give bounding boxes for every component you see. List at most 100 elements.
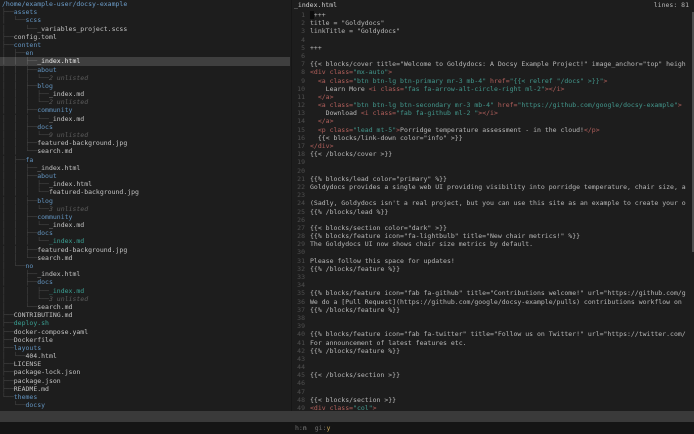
code-line: 22Goldydocs provides a single web UI pro…: [292, 183, 694, 191]
tree-row[interactable]: ├──package-lock.json: [0, 368, 290, 376]
tree-row[interactable]: │ │ ├──about: [0, 172, 290, 180]
code-segment: {{% /blocks/feature %}}: [310, 265, 400, 273]
tree-branch-lines: │ │ ├──: [2, 66, 37, 74]
tree-entry-name: package-lock.json: [14, 368, 81, 376]
tree-entry-name: CONTRIBUTING.md: [14, 311, 73, 319]
tree-branch-lines: │ │ ├──: [2, 139, 37, 147]
mode-flag[interactable]: gi:y: [315, 424, 331, 432]
tree-row[interactable]: │ └──scss: [0, 16, 290, 24]
tree-branch-lines: ├──: [2, 368, 14, 376]
tree-row[interactable]: │ │ └──3 unlisted: [0, 295, 290, 303]
code-line-text: <div class="col">: [310, 404, 377, 411]
tree-row[interactable]: │ │ │ └──2 unlisted: [0, 74, 290, 82]
tree-row[interactable]: ├──docker-compose.yaml: [0, 328, 290, 336]
tree-row[interactable]: │ │ ├──blog: [0, 197, 290, 205]
tree-row[interactable]: │ │ ├──_index.html: [0, 164, 290, 172]
tree-row[interactable]: │ │ │ └──9 unlisted: [0, 131, 290, 139]
code-line: 45 {{< /blocks/section >}}: [292, 371, 694, 379]
line-number: 41: [292, 339, 305, 347]
code-segment: {{% blocks/feature icon="fa-lightbulb" t…: [310, 232, 580, 240]
tree-row[interactable]: └──themes: [0, 393, 290, 401]
line-number: 22: [292, 183, 305, 191]
tree-branch-lines: │ │ ├──: [2, 246, 37, 254]
tree-row[interactable]: │ │ │ └──_index.md: [0, 237, 290, 245]
code-segment: <i class=: [361, 109, 396, 117]
code-line: 2title = "Goldydocs": [292, 19, 694, 27]
tree-row[interactable]: │ ├──docs: [0, 278, 290, 286]
code-line: 9 <a class="btn btn-lg btn-primary mr-3 …: [292, 77, 694, 85]
tree-row[interactable]: ├──content: [0, 41, 290, 49]
code-line-text: {{< /blocks/section >}}: [310, 371, 400, 379]
tree-row[interactable]: ├──deploy.sh: [0, 319, 290, 327]
tree-row[interactable]: │ │ ├──blog: [0, 82, 290, 90]
code-line: 48{{< blocks/section >}}: [292, 396, 694, 404]
tree-root-path[interactable]: /home/example-user/docsy-example: [0, 0, 290, 8]
tree-row[interactable]: │ │ │ └──featured-background.jpg: [0, 188, 290, 196]
tree-entry-name: _index.md: [49, 90, 84, 98]
line-number: 49: [292, 404, 305, 411]
code-line: 12 <a class="btn btn-lg btn-secondary mr…: [292, 101, 694, 109]
code-line: 20: [292, 167, 694, 175]
tree-entry-name: _index.md: [49, 287, 84, 295]
tree-branch-lines: │ ├──: [2, 49, 25, 57]
tree-row[interactable]: └──docsy: [0, 401, 290, 409]
tree-branch-lines: │ │ │ └──: [2, 115, 49, 123]
tree-branch-lines: │ │ │ └──: [2, 221, 49, 229]
code-segment: title = "Goldydocs": [310, 19, 384, 27]
tree-row[interactable]: │ └──search.md: [0, 303, 290, 311]
code-line-text: For announcement of latest features etc.: [310, 339, 467, 347]
tree-row[interactable]: │ │ ├──_index.html: [0, 57, 290, 65]
tree-row[interactable]: │ │ ├──community: [0, 106, 290, 114]
tree-row[interactable]: │ │ │ └──3 unlisted: [0, 205, 290, 213]
tree-entry-name: docs: [37, 278, 53, 286]
tree-entry-name: search.md: [37, 303, 72, 311]
tree-row[interactable]: │ │ ├──_index.md: [0, 287, 290, 295]
tree-row[interactable]: │ └──no: [0, 262, 290, 270]
tree-branch-lines: │ │ │ └──: [2, 188, 49, 196]
mode-flag[interactable]: h:n: [295, 424, 307, 432]
code-segment: <a class=: [318, 77, 353, 85]
tree-entry-name: community: [37, 106, 72, 114]
tree-row[interactable]: │ └──_variables_project.scss: [0, 25, 290, 33]
line-number: 7: [292, 60, 305, 68]
code-line: 37{{% /blocks/feature %}}: [292, 306, 694, 314]
tree-row[interactable]: ├──README.md: [0, 385, 290, 393]
tree-row[interactable]: │ │ ├──community: [0, 213, 290, 221]
code-line-text: {{% blocks/feature icon="fab fa-twitter"…: [310, 330, 686, 338]
tree-row[interactable]: ├──config.toml: [0, 33, 290, 41]
tree-branch-lines: │ └──: [2, 16, 25, 24]
line-number: 30: [292, 248, 305, 256]
tree-row[interactable]: ├──Dockerfile: [0, 336, 290, 344]
tree-branch-lines: ├──: [2, 344, 14, 352]
tree-branch-lines: │ └──: [2, 352, 25, 360]
code-segment: {{% blocks/lead color="primary" %}}: [310, 175, 447, 183]
tree-branch-lines: │ │ ├──: [2, 213, 37, 221]
line-number: 20: [292, 167, 305, 175]
tree-row[interactable]: ├──layouts: [0, 344, 290, 352]
tree-row[interactable]: │ └──404.html: [0, 352, 290, 360]
tree-row[interactable]: │ │ │ └──_index.md: [0, 115, 290, 123]
code-line: 24(Sadly, Goldydocs isn't a real project…: [292, 199, 694, 207]
code-segment: "fab fa-github ml-2 ": [396, 109, 478, 117]
code-line-text: {{% blocks/feature icon="fa-lightbulb" t…: [310, 232, 580, 240]
tree-row[interactable]: │ │ ├──docs: [0, 123, 290, 131]
tree-row[interactable]: │ ├──fa: [0, 156, 290, 164]
tree-branch-lines: ├──: [2, 8, 14, 16]
code-line: 4: [292, 36, 694, 44]
command-input-line[interactable]: :e h:ngi:y: [0, 422, 694, 434]
line-number: 45: [292, 371, 305, 379]
code-line-text: <a class="btn btn-lg btn-primary mr-3 mb…: [310, 77, 607, 85]
code-segment: Please follow this space for updates!: [310, 257, 455, 265]
tree-row[interactable]: │ │ └──search.md: [0, 147, 290, 155]
tree-row[interactable]: │ │ └──search.md: [0, 254, 290, 262]
tree-branch-lines: │ └──: [2, 303, 37, 311]
code-line: 31Please follow this space for updates!: [292, 257, 694, 265]
tree-row[interactable]: │ │ ├──featured-background.jpg: [0, 246, 290, 254]
tree-row[interactable]: ├──package.json: [0, 377, 290, 385]
code-line-text: (Sadly, Goldydocs isn't a real project, …: [310, 199, 686, 207]
code-segment: {{< /blocks/cover >}}: [310, 150, 392, 158]
code-segment: >: [678, 101, 682, 109]
line-number: 44: [292, 363, 305, 371]
tree-row[interactable]: │ │ ├──about: [0, 66, 290, 74]
tree-row[interactable]: ├──assets: [0, 8, 290, 16]
